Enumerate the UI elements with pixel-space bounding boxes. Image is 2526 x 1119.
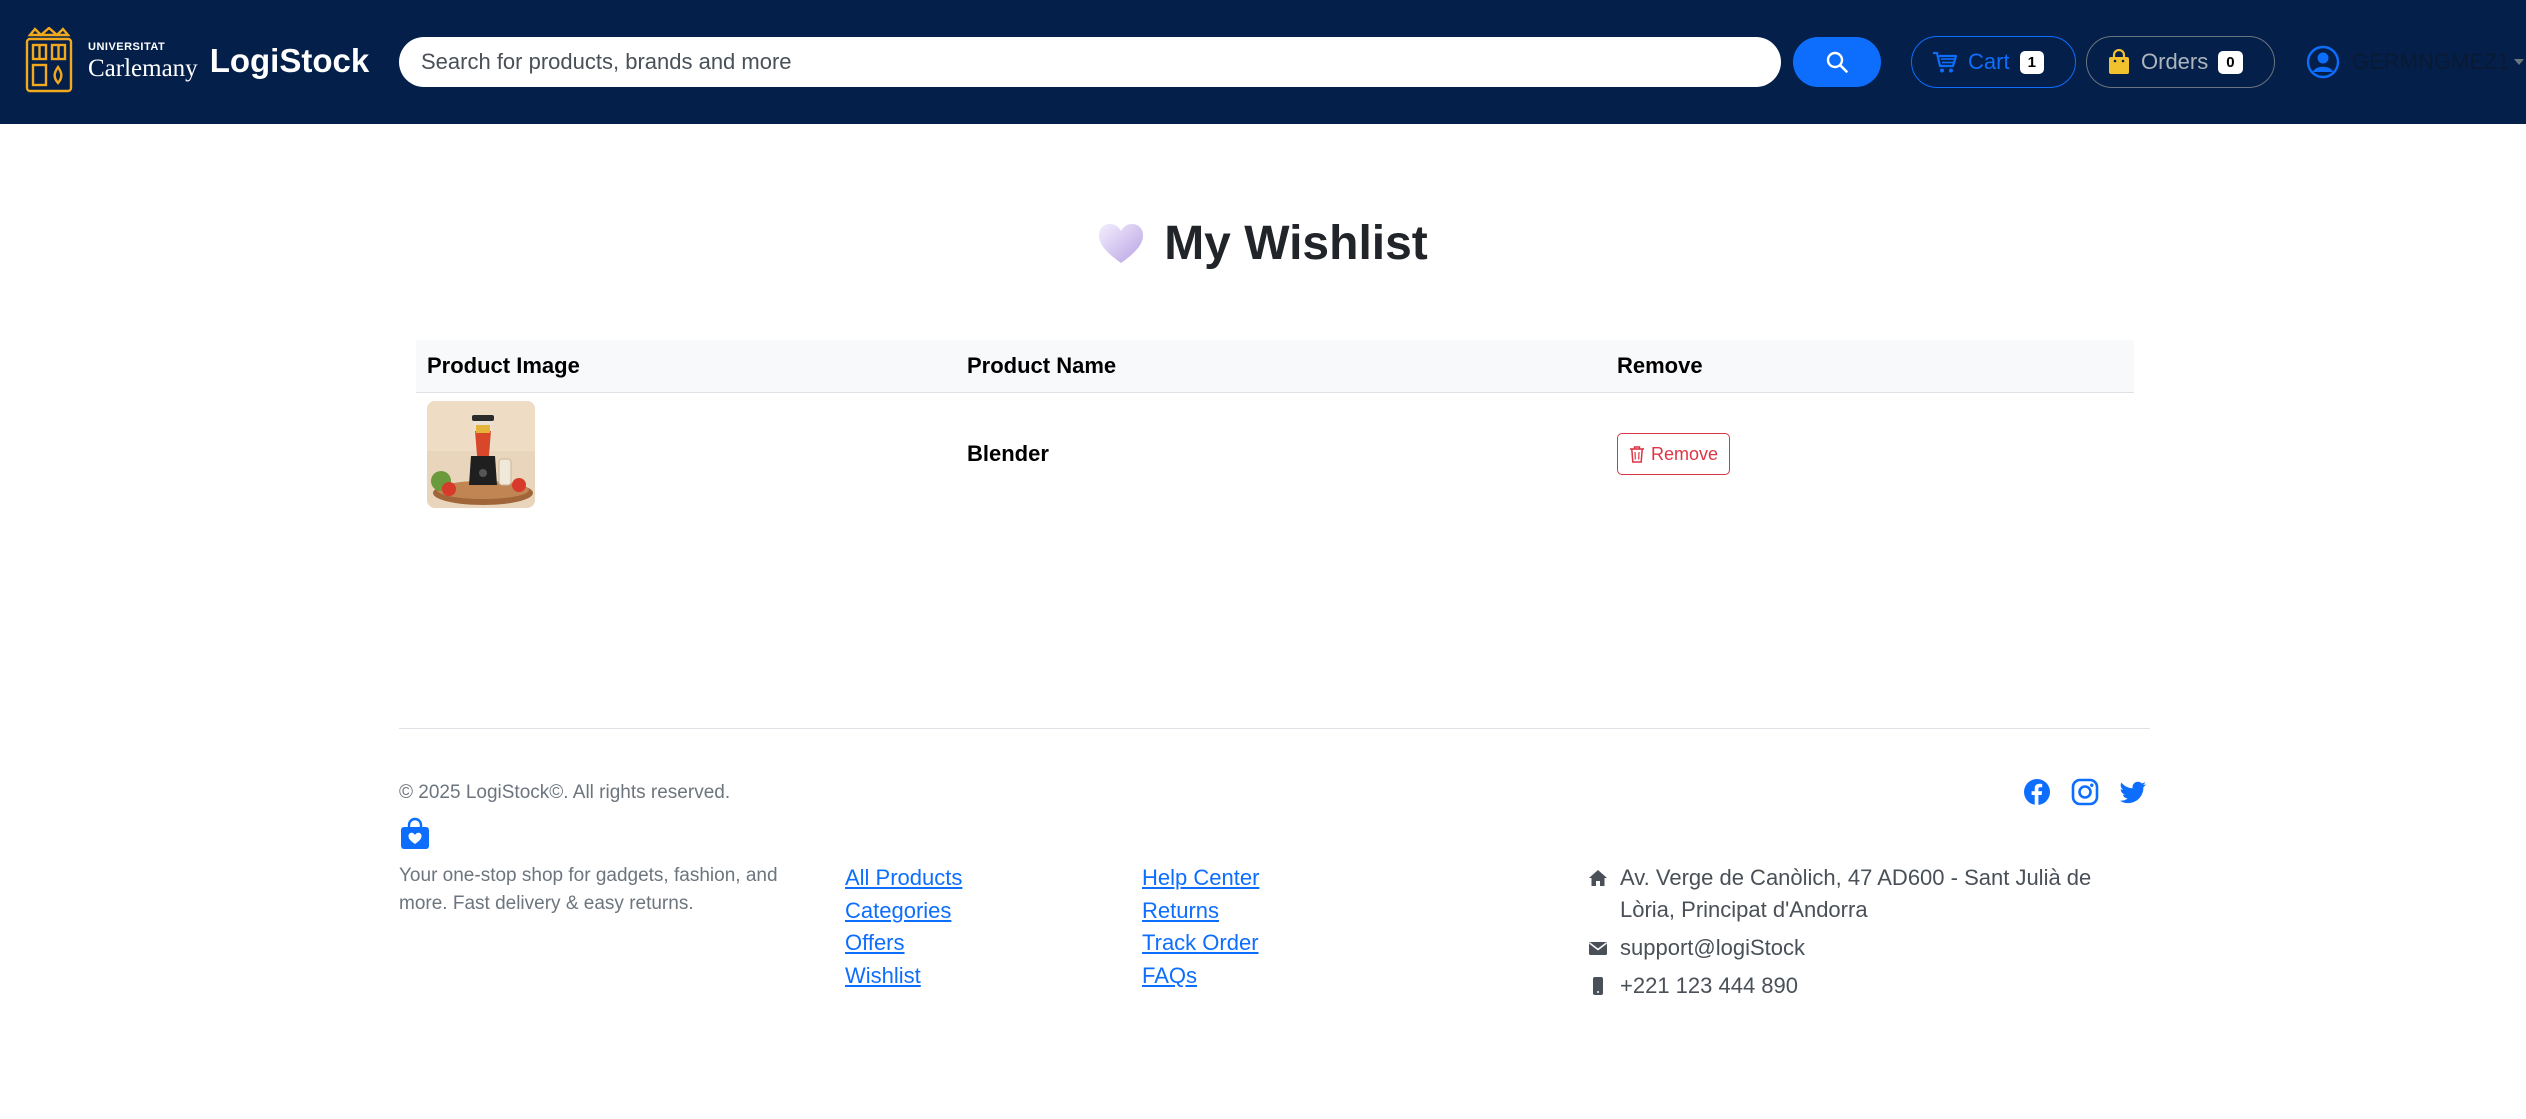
university-crest-icon [25,27,73,93]
username: GERMNGMEZ1 [2352,49,2510,74]
footer-link-track-order[interactable]: Track Order [1142,927,1259,960]
footer-contact: Av. Verge de Canòlich, 47 AD600 - Sant J… [1588,862,2148,1008]
footer-links-help: Help Center Returns Track Order FAQs [1142,862,1259,992]
product-image-blender[interactable] [427,400,535,508]
orders-count-badge: 0 [2218,50,2243,74]
brand-logo[interactable]: UNIVERSITAT Carlemany LogiStock [24,26,369,96]
social-links [2023,778,2147,806]
shopping-bag-icon [2109,49,2129,74]
cart-count-badge: 1 [2019,50,2044,74]
wishlist-table: Product Image Product Name Remove Blende… [416,340,2134,516]
house-icon [1589,870,1607,886]
contact-email-text: support@logiStock [1620,935,1805,960]
search-icon [1826,51,1848,73]
product-name: Blender [967,441,1049,467]
footer-link-faqs[interactable]: FAQs [1142,960,1259,993]
orders-button[interactable]: Orders 0 [2086,36,2275,88]
remove-button-label: Remove [1651,443,1719,464]
footer-link-returns[interactable]: Returns [1142,895,1259,928]
facebook-icon[interactable] [2023,778,2051,806]
footer-link-all-products[interactable]: All Products [845,862,962,895]
remove-button[interactable]: Remove [1617,433,1731,476]
phone-icon [1593,977,1603,995]
user-avatar-icon [2306,45,2340,79]
column-header-product-name: Product Name [956,340,1606,393]
cart-button[interactable]: Cart 1 [1911,36,2076,88]
footer-link-help-center[interactable]: Help Center [1142,862,1259,895]
contact-address: Av. Verge de Canòlich, 47 AD600 - Sant J… [1588,862,2148,926]
table-row: Blender Remove [416,392,2134,516]
footer-link-wishlist[interactable]: Wishlist [845,960,962,993]
twitter-icon[interactable] [2119,778,2147,806]
brand-name: LogiStock [209,42,370,79]
contact-address-text: Av. Verge de Canòlich, 47 AD600 - Sant J… [1620,865,2092,922]
page-heading: My Wishlist [0,216,2526,271]
column-header-remove: Remove [1606,340,2134,393]
column-header-product-image: Product Image [416,340,956,393]
cart-icon [1933,51,1958,73]
footer-links-shop: All Products Categories Offers Wishlist [845,862,962,992]
orders-label: Orders [2141,49,2209,74]
search-input[interactable] [399,37,1781,87]
instagram-icon[interactable] [2071,778,2099,806]
chevron-down-icon [2513,59,2524,65]
user-menu-toggle[interactable]: GERMNGMEZ1 [2306,40,2524,84]
logo-university-label: UNIVERSITAT [88,40,166,53]
contact-email: support@logiStock [1588,932,2148,964]
envelope-icon [1589,942,1607,955]
shopping-bag-heart-icon [401,817,429,849]
copyright-text: © 2025 LogiStock©. All rights reserved. [399,782,731,803]
footer-tagline: Your one-stop shop for gadgets, fashion,… [399,865,778,914]
contact-phone-text: +221 123 444 890 [1620,973,1799,998]
footer-divider [399,728,2150,729]
footer-link-categories[interactable]: Categories [845,895,962,928]
footer-link-offers[interactable]: Offers [845,927,962,960]
top-navbar: UNIVERSITAT Carlemany LogiStock Cart 1 O… [0,0,2526,124]
table-header-row: Product Image Product Name Remove [416,340,2134,393]
trash-icon [1630,446,1644,463]
cart-label: Cart [1968,49,2010,74]
search-button[interactable] [1793,37,1881,87]
contact-phone: +221 123 444 890 [1588,970,2148,1002]
logo-university-name: Carlemany [88,54,198,82]
page-title: My Wishlist [1164,217,1428,270]
heart-icon [1099,223,1144,263]
